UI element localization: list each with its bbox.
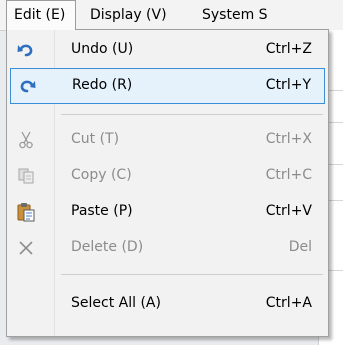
menu-edit-label: Edit (E) — [14, 7, 66, 23]
menu-system[interactable]: System S — [202, 0, 268, 30]
menu-item-label: Paste (P) — [71, 203, 133, 219]
clipboard-icon — [16, 202, 36, 222]
menu-item-shortcut: Del — [288, 239, 312, 255]
menu-item-shortcut: Ctrl+C — [265, 167, 312, 183]
menu-item-undo[interactable]: Undo (U) Ctrl+Z — [7, 32, 328, 68]
menu-item-select-all[interactable]: Select All (A) Ctrl+A — [7, 286, 328, 322]
copy-icon — [16, 166, 36, 186]
menu-separator — [61, 114, 323, 115]
menu-item-paste[interactable]: Paste (P) Ctrl+V — [7, 194, 328, 230]
menu-display-label: Display (V) — [90, 7, 167, 23]
delete-x-icon — [16, 238, 36, 258]
menu-item-redo[interactable]: Redo (R) Ctrl+Y — [10, 68, 325, 104]
menu-item-delete[interactable]: Delete (D) Del — [7, 230, 328, 266]
menu-item-label: Delete (D) — [71, 239, 144, 255]
menu-edit[interactable]: Edit (E) — [6, 0, 76, 30]
menu-item-label: Select All (A) — [71, 295, 161, 311]
redo-icon — [17, 76, 37, 96]
menu-item-shortcut: Ctrl+A — [265, 295, 312, 311]
edit-dropdown-menu: Undo (U) Ctrl+Z Redo (R) Ctrl+Y Cut (T) … — [6, 29, 329, 337]
menu-item-shortcut: Ctrl+X — [265, 131, 312, 147]
menu-item-label: Copy (C) — [71, 167, 132, 183]
menu-item-label: Redo (R) — [72, 77, 133, 93]
menu-item-shortcut: Ctrl+Y — [265, 77, 311, 93]
scissors-icon — [16, 130, 36, 150]
menu-system-label: System S — [202, 7, 268, 23]
menu-item-cut[interactable]: Cut (T) Ctrl+X — [7, 122, 328, 158]
menu-item-label: Undo (U) — [71, 41, 134, 57]
menu-item-shortcut: Ctrl+V — [265, 203, 312, 219]
menu-bar: Edit (E) Display (V) System S — [0, 0, 343, 31]
menu-item-shortcut: Ctrl+Z — [265, 41, 312, 57]
menu-item-label: Cut (T) — [71, 131, 120, 147]
undo-icon — [16, 40, 36, 60]
menu-separator — [61, 274, 323, 275]
menu-display[interactable]: Display (V) — [90, 0, 167, 30]
menu-item-copy[interactable]: Copy (C) Ctrl+C — [7, 158, 328, 194]
